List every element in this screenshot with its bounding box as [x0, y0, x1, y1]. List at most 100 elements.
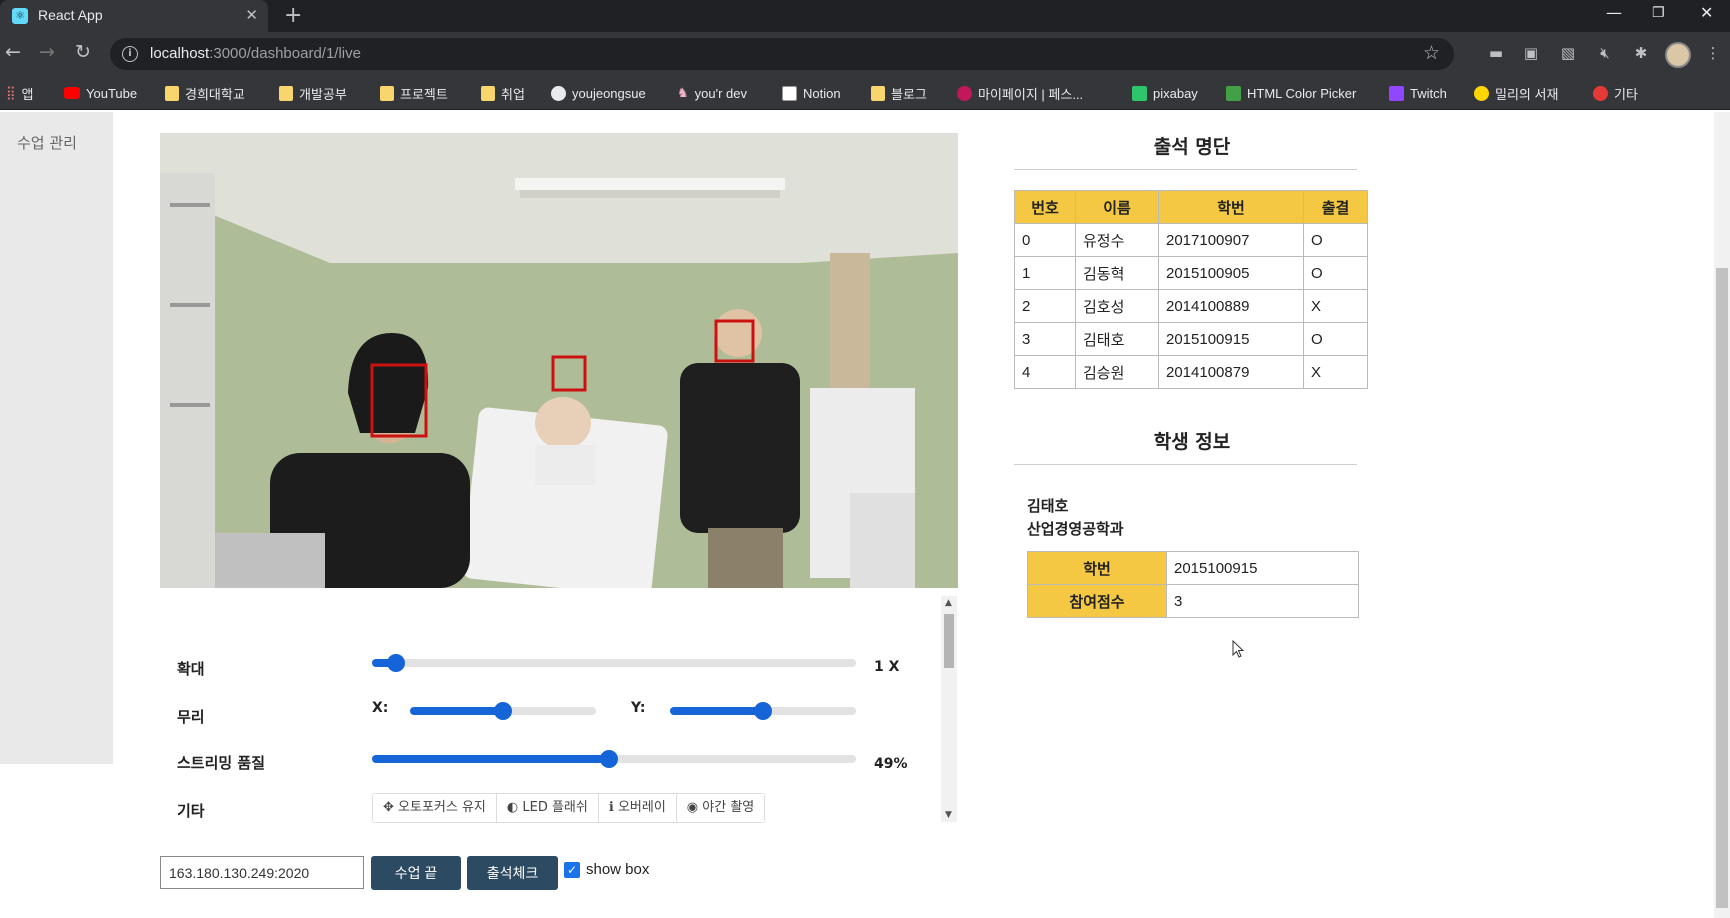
table-row[interactable]: 1 김동혁 2015100905 O	[1014, 256, 1368, 290]
controls-scrollbar-thumb[interactable]	[944, 614, 954, 668]
quality-label: 스트리밍 품질	[177, 754, 266, 772]
controls-scrollbar[interactable]: ▲ ▼	[941, 596, 957, 822]
bookmark-twitch[interactable]: Twitch	[1389, 83, 1447, 103]
bookmark-youtube[interactable]: YouTube	[64, 83, 137, 103]
attendance-title: 출석 명단	[1153, 136, 1231, 158]
extension-cast-icon[interactable]: ▬	[1487, 44, 1505, 62]
bookmark-star-icon[interactable]: ☆	[1423, 42, 1440, 64]
restore-icon[interactable]: ❐	[1652, 5, 1665, 21]
table-row[interactable]: 4 김승원 2014100879 X	[1014, 355, 1368, 389]
etc-label: 기타	[177, 802, 205, 820]
bookmark-folder[interactable]: 블로그	[871, 83, 927, 103]
student-id-value: 2015100915	[1166, 551, 1359, 585]
scroll-up-arrow-icon[interactable]: ▲	[945, 598, 952, 608]
minimize-icon[interactable]: —	[1606, 3, 1622, 22]
zoom-slider-thumb[interactable]	[387, 654, 406, 672]
col-attendance-header: 출결	[1303, 190, 1368, 224]
url-text[interactable]: localhost:3000/dashboard/1/live	[150, 45, 361, 62]
col-student-id-header: 학번	[1158, 190, 1304, 224]
notion-icon	[782, 85, 797, 101]
show-box-checkbox[interactable]: ✓	[564, 861, 580, 878]
page-scrollbar[interactable]	[1714, 112, 1730, 918]
quality-slider[interactable]	[372, 750, 856, 768]
participation-score-value: 3	[1166, 584, 1359, 618]
camera-ip-input[interactable]	[160, 856, 364, 889]
profile-avatar[interactable]	[1665, 42, 1691, 68]
pan-y-slider[interactable]	[670, 702, 856, 720]
millie-icon	[1474, 85, 1489, 101]
bookmark-folder[interactable]: 취업	[481, 83, 525, 103]
bookmark-github[interactable]: youjeongsue	[551, 83, 646, 103]
zoom-slider[interactable]	[372, 654, 856, 672]
address-bar[interactable]: i localhost:3000/dashboard/1/live ☆	[110, 38, 1454, 70]
student-name: 김태호	[1027, 497, 1069, 515]
col-number-header: 번호	[1014, 190, 1076, 224]
bookmark-color-picker[interactable]: HTML Color Picker	[1226, 83, 1356, 103]
night-mode-button[interactable]: ◉ 야간 촬영	[676, 794, 765, 822]
autofocus-button[interactable]: ✥ 오토포커스 유지	[373, 794, 497, 822]
pan-x-slider[interactable]	[410, 702, 596, 720]
bookmark-folder[interactable]: 경희대학교	[165, 83, 245, 103]
new-tab-icon[interactable]: +	[284, 3, 302, 28]
scroll-down-arrow-icon[interactable]: ▼	[945, 810, 952, 820]
bookmark-millie[interactable]: 밀리의 서재	[1474, 83, 1558, 103]
folder-icon	[871, 85, 885, 101]
bookmark-notion[interactable]: Notion	[782, 83, 841, 103]
table-row[interactable]: 0 유정수 2017100907 O	[1014, 223, 1368, 257]
github-icon	[551, 85, 566, 101]
end-class-button[interactable]: 수업 끝	[371, 856, 461, 890]
pan-x-label: X:	[372, 700, 389, 716]
bookmark-mypage[interactable]: 마이페이지 | 페스...	[957, 83, 1083, 103]
mute-icon[interactable]: 🔇︎	[1596, 44, 1614, 62]
page-scrollbar-thumb[interactable]	[1716, 268, 1728, 908]
browser-menu-icon[interactable]: ⋮	[1704, 44, 1722, 62]
pan-x-slider-fill	[410, 707, 503, 715]
forward-icon[interactable]: →	[39, 41, 55, 63]
browser-tab-bar: ⚛ React App ✕ + — ❐ ✕	[0, 0, 1730, 32]
pan-x-slider-thumb[interactable]	[494, 702, 512, 720]
eye-icon: ◉	[686, 800, 703, 815]
show-box-toggle[interactable]: ✓ show box	[564, 861, 649, 878]
reload-icon[interactable]: ↻	[75, 41, 91, 63]
bookmark-etc[interactable]: 기타	[1593, 83, 1638, 103]
bookmark-folder[interactable]: 프로젝트	[380, 83, 448, 103]
folder-icon	[481, 85, 495, 101]
attendance-table: 번호 이름 학번 출결 0 유정수 2017100907 O 1 김동혁 201…	[1014, 190, 1368, 389]
info-icon: ℹ	[608, 800, 618, 815]
back-icon[interactable]: ←	[5, 41, 21, 63]
pan-y-slider-thumb[interactable]	[754, 702, 772, 720]
site-info-icon[interactable]: i	[122, 46, 138, 62]
cell-attendance: X	[1303, 355, 1368, 389]
extension-box-icon[interactable]: ▣	[1522, 44, 1540, 62]
half-circle-icon: ◐	[506, 800, 523, 815]
cell-name: 김호성	[1075, 289, 1159, 323]
cell-student-id: 2014100889	[1158, 289, 1304, 323]
overlay-button[interactable]: ℹ 오버레이	[598, 794, 677, 822]
sidebar: 수업 관리	[0, 112, 113, 764]
browser-tab[interactable]: ⚛ React App ✕	[0, 0, 268, 32]
apps-icon: ⣿	[6, 85, 16, 100]
youtube-icon	[64, 87, 80, 99]
pixabay-icon	[1132, 85, 1147, 101]
quality-slider-thumb[interactable]	[600, 750, 619, 768]
bookmark-your-dev[interactable]: ♞ you'r dev	[677, 83, 747, 103]
bookmark-folder[interactable]: 개발공부	[279, 83, 347, 103]
extensions-puzzle-icon[interactable]: ✱	[1632, 44, 1650, 62]
led-flash-button[interactable]: ◐ LED 플래쉬	[496, 794, 599, 822]
tab-close-icon[interactable]: ✕	[245, 6, 258, 24]
bookmarks-bar: ⣿ 앱 YouTube 경희대학교 개발공부 프로젝트 취업 youjeongs…	[0, 76, 1730, 110]
close-window-icon[interactable]: ✕	[1700, 3, 1713, 22]
cell-attendance: O	[1303, 223, 1368, 257]
table-row[interactable]: 2 김호성 2014100889 X	[1014, 289, 1368, 323]
student-info-title: 학생 정보	[1153, 431, 1231, 453]
student-id-label: 학번	[1027, 551, 1167, 585]
cell-number: 0	[1014, 223, 1076, 257]
sidebar-item-class-management[interactable]: 수업 관리	[17, 132, 77, 153]
attendance-check-button[interactable]: 출석체크	[467, 856, 558, 890]
bookmark-pixabay[interactable]: pixabay	[1132, 83, 1198, 103]
bookmark-apps[interactable]: ⣿ 앱	[6, 83, 34, 103]
attendance-divider	[1014, 169, 1357, 170]
table-row[interactable]: 3 김태호 2015100915 O	[1014, 322, 1368, 356]
cell-name: 김태호	[1075, 322, 1159, 356]
extension-image-icon[interactable]: ▧	[1559, 44, 1577, 62]
